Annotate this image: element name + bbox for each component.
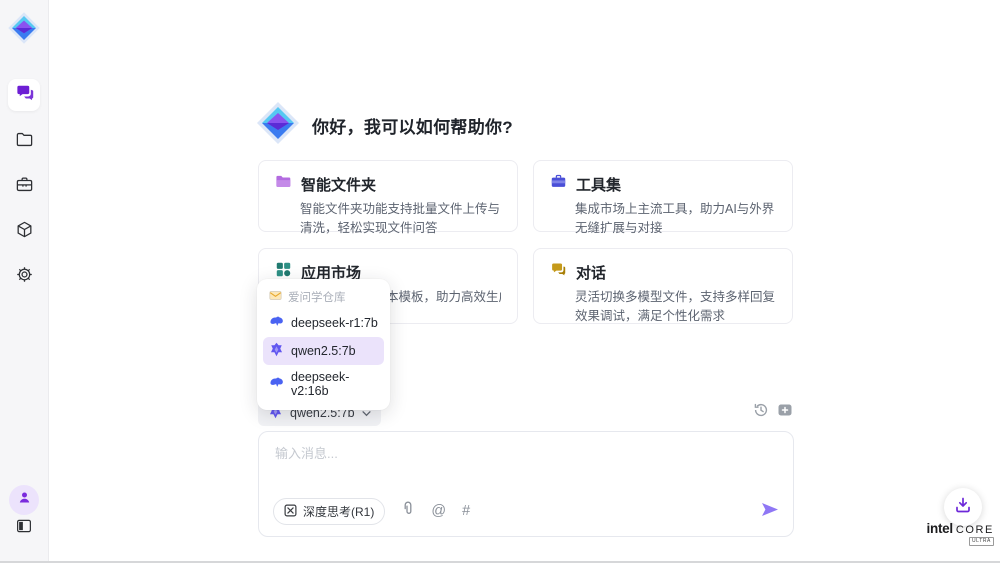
panel-toggle-icon (15, 517, 33, 540)
attach-button[interactable] (401, 501, 415, 522)
model-option-deepseek-r1[interactable]: deepseek-r1:7b (263, 309, 384, 337)
history-clock-icon (753, 402, 769, 423)
paperclip-icon (401, 504, 415, 521)
hashtag-button[interactable]: # (462, 504, 470, 519)
intel-core-logo: intel core ultra (926, 521, 994, 546)
briefcase-icon (15, 175, 34, 199)
download-tray-icon (954, 496, 972, 519)
card-toolset[interactable]: 工具集 集成市场上主流工具，助力AI与外界无缝扩展与对接 (533, 160, 793, 232)
mention-button[interactable]: @ (431, 504, 446, 519)
card-smart-folder[interactable]: 智能文件夹 智能文件夹功能支持批量文件上传与清洗，轻松实现文件问答 (258, 160, 518, 232)
sidebar-item-collapse[interactable] (8, 512, 40, 544)
deepseek-whale-icon (269, 375, 284, 393)
model-option-qwen[interactable]: qwen2.5:7b (263, 337, 384, 365)
card-title: 对话 (576, 262, 606, 283)
user-icon (17, 490, 32, 510)
chat-bubbles-icon (15, 83, 34, 107)
card-conversation[interactable]: 对话 灵活切换多模型文件，支持多样回复效果调试，满足个性化需求 (533, 248, 793, 324)
message-composer: 深度思考(R1) @ # (258, 431, 794, 537)
send-arrow-icon (761, 502, 779, 522)
sidebar-item-models[interactable] (8, 216, 40, 248)
message-input[interactable] (275, 443, 775, 485)
cube-icon (15, 220, 34, 244)
send-button[interactable] (761, 502, 779, 522)
deepseek-whale-icon (269, 314, 284, 332)
new-chat-plus-icon (777, 402, 793, 423)
history-button[interactable] (752, 403, 770, 421)
card-desc: 集成市场上主流工具，助力AI与外界无缝扩展与对接 (575, 200, 776, 239)
model-dropdown-menu: 爱问学仓库 deepseek-r1:7b qwen2.5:7b deepseek… (257, 279, 390, 410)
card-desc: 智能文件夹功能支持批量文件上传与清洗，轻松实现文件问答 (300, 200, 501, 239)
ultra-badge: ultra (969, 537, 994, 546)
sidebar-item-profile[interactable] (9, 485, 39, 515)
gold-chat-icon (550, 261, 567, 283)
diamond-logo-icon (254, 134, 302, 151)
deep-think-toggle[interactable]: 深度思考(R1) (273, 498, 385, 525)
deep-think-icon (284, 504, 297, 520)
new-chat-button[interactable] (776, 403, 794, 421)
sidebar (0, 0, 49, 561)
model-group-label: 爱问学仓库 (263, 286, 384, 309)
core-wordmark: core (956, 524, 994, 536)
sidebar-item-chat[interactable] (8, 79, 40, 111)
sidebar-item-toolbox[interactable] (8, 171, 40, 203)
model-option-deepseek-v2[interactable]: deepseek-v2:16b (263, 365, 384, 403)
card-title: 智能文件夹 (301, 174, 376, 195)
folder-icon (15, 130, 34, 154)
greeting-logo (254, 99, 302, 147)
purple-folder-icon (275, 173, 292, 195)
diamond-logo-icon (6, 33, 42, 50)
card-desc: 灵活切换多模型文件，支持多样回复效果调试，满足个性化需求 (575, 288, 776, 327)
card-title: 工具集 (576, 174, 621, 195)
qwen-icon (269, 342, 284, 360)
sidebar-item-settings[interactable] (8, 261, 40, 293)
repo-icon (269, 289, 282, 305)
app-logo[interactable] (6, 10, 42, 46)
intel-wordmark: intel (927, 521, 953, 536)
gear-icon (15, 265, 34, 289)
indigo-briefcase-icon (550, 173, 567, 195)
greeting-title: 你好，我可以如何帮助你? (312, 113, 513, 138)
sidebar-item-folders[interactable] (8, 126, 40, 158)
